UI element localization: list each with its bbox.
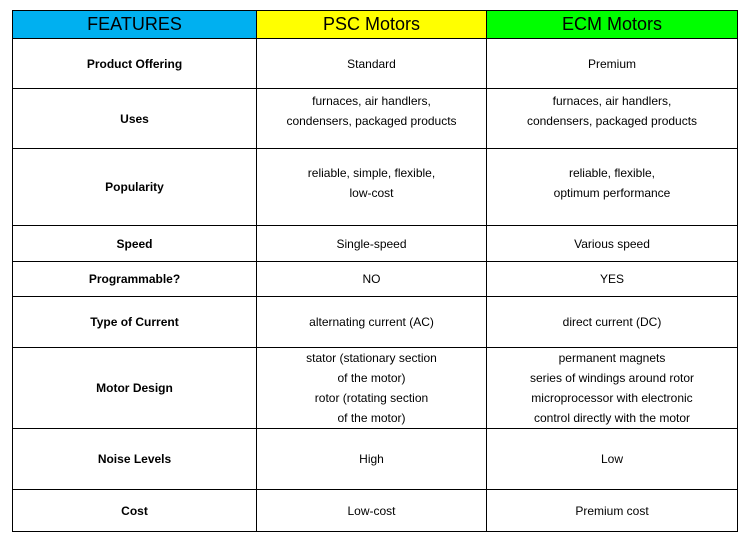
ecm-cell: Various speed bbox=[486, 225, 738, 262]
ecm-cell: reliable, flexible, optimum performance bbox=[486, 148, 738, 226]
header-row: FEATURES PSC Motors ECM Motors bbox=[12, 10, 738, 39]
table-row: Speed Single-speed Various speed bbox=[12, 225, 738, 262]
header-features: FEATURES bbox=[12, 10, 257, 39]
feature-cell: Motor Design bbox=[12, 347, 257, 429]
table-row: Uses furnaces, air handlers, condensers,… bbox=[12, 88, 738, 149]
table-row: Motor Design stator (stationary section … bbox=[12, 347, 738, 429]
psc-cell: Low-cost bbox=[256, 489, 487, 532]
feature-cell: Speed bbox=[12, 225, 257, 262]
feature-cell: Type of Current bbox=[12, 296, 257, 348]
ecm-cell: Premium bbox=[486, 38, 738, 89]
header-psc: PSC Motors bbox=[256, 10, 487, 39]
table-row: Programmable? NO YES bbox=[12, 261, 738, 297]
psc-cell: Single-speed bbox=[256, 225, 487, 262]
table-row: Product Offering Standard Premium bbox=[12, 38, 738, 89]
psc-cell: High bbox=[256, 428, 487, 490]
feature-cell: Noise Levels bbox=[12, 428, 257, 490]
ecm-cell: Premium cost bbox=[486, 489, 738, 532]
table-row: Noise Levels High Low bbox=[12, 428, 738, 490]
table-row: Type of Current alternating current (AC)… bbox=[12, 296, 738, 348]
feature-cell: Popularity bbox=[12, 148, 257, 226]
motor-comparison-table: FEATURES PSC Motors ECM Motors Product O… bbox=[12, 10, 738, 532]
psc-cell: NO bbox=[256, 261, 487, 297]
feature-cell: Cost bbox=[12, 489, 257, 532]
feature-cell: Uses bbox=[12, 88, 257, 149]
ecm-cell: direct current (DC) bbox=[486, 296, 738, 348]
feature-cell: Programmable? bbox=[12, 261, 257, 297]
psc-cell: stator (stationary section of the motor)… bbox=[256, 347, 487, 429]
ecm-cell: Low bbox=[486, 428, 738, 490]
table-row: Cost Low-cost Premium cost bbox=[12, 489, 738, 532]
ecm-cell: furnaces, air handlers, condensers, pack… bbox=[486, 88, 738, 149]
psc-cell: Standard bbox=[256, 38, 487, 89]
header-ecm: ECM Motors bbox=[486, 10, 738, 39]
table-row: Popularity reliable, simple, flexible, l… bbox=[12, 148, 738, 226]
psc-cell: furnaces, air handlers, condensers, pack… bbox=[256, 88, 487, 149]
psc-cell: reliable, simple, flexible, low-cost bbox=[256, 148, 487, 226]
ecm-cell: YES bbox=[486, 261, 738, 297]
feature-cell: Product Offering bbox=[12, 38, 257, 89]
psc-cell: alternating current (AC) bbox=[256, 296, 487, 348]
ecm-cell: permanent magnets series of windings aro… bbox=[486, 347, 738, 429]
